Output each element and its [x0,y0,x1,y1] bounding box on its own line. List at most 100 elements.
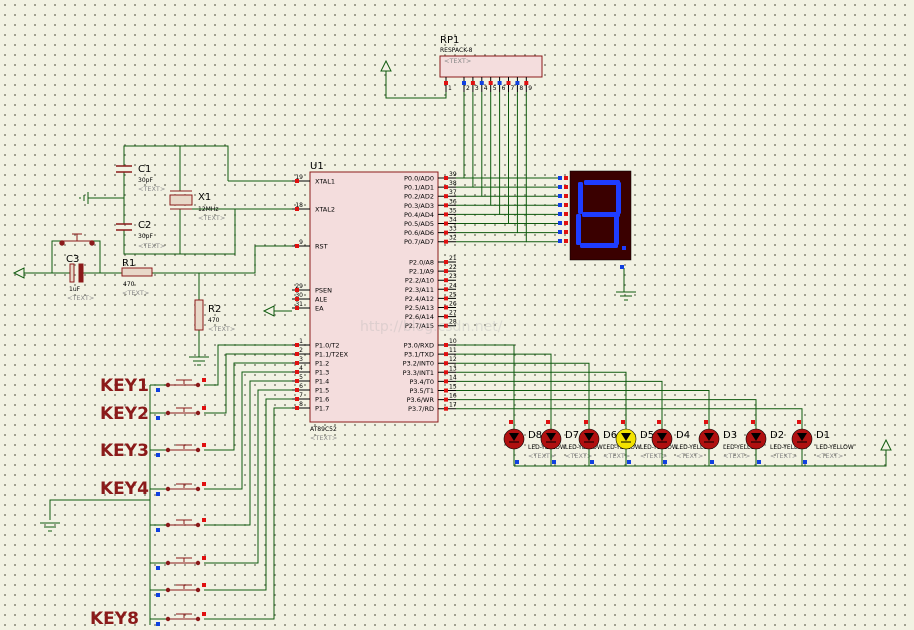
pin-marker [444,230,448,235]
mcu-pin-number: 17 [449,402,457,409]
key-labels: KEY1 KEY2 KEY3 KEY4 KEY8 [90,376,149,629]
crystal-x1[interactable] [169,190,193,210]
key-switch-terminal [165,382,171,388]
c1-text-tag: <TEXT> [138,185,165,193]
rp1-pin-number: 3 [475,85,479,92]
mcu-pin-number: 36 [449,198,457,205]
led-text-tag: <TEXT> [565,452,592,460]
display-pin-marker [558,212,562,216]
mcu-pin-number: 24 [449,282,457,289]
resistor-r2[interactable] [194,299,204,331]
pin-marker [444,81,448,85]
display-pin-marker [558,203,562,207]
mcu-pin-name: ALE [315,296,327,304]
display-pin-marker [564,185,568,189]
wire [385,71,447,99]
schematic-canvas: C1 30pF <TEXT> C2 30pF <TEXT> X1 12MHz <… [12,35,892,629]
mcu-pin-number: 25 [449,291,457,298]
key-switch-terminal [195,410,201,416]
mcu-pin-number: 34 [449,217,457,224]
key-switch-terminal [165,522,171,528]
pin-marker [546,420,550,424]
rp1-pin-number: 2 [466,85,470,92]
c2-text-tag: <TEXT> [138,242,165,250]
mcu-pin-number: 5 [299,374,303,381]
seven-segment-display[interactable] [558,170,632,269]
ground-symbol-r2 [189,356,209,366]
rp1-ref: RP1 [440,35,459,46]
clock-reset-section [59,165,204,331]
mcu-pin-name: P0.6/AD6 [404,229,434,237]
wire [152,245,292,274]
mcu-pin-number: 1 [299,338,303,345]
key-switch-terminal [165,410,171,416]
mcu-pin-name: P2.4/A12 [405,295,434,303]
resistor-r1[interactable] [121,267,153,277]
capacitor-c3[interactable] [69,263,84,283]
mcu-pin-number: 7 [299,392,303,399]
key-switch-terminal [195,447,201,453]
display-pin-marker [564,230,568,234]
mcu-pin-name: XTAL1 [315,178,335,186]
mcu-pin-name: P3.2/INT0 [403,360,434,368]
mcu-u1[interactable]: U1 AT89C52 <TEXT> 19 XTAL118 XTAL29 RST29 PS… [292,161,457,442]
key-switch-terminal [165,587,171,593]
wire [51,240,62,273]
reset-button[interactable] [59,233,95,246]
pin-marker [444,314,448,319]
pin-marker [627,460,631,464]
key1-label: KEY1 [100,376,149,396]
mcu-pin-name: P3.3/INT1 [403,369,434,377]
r2-value: 470 [208,317,220,324]
pin-marker [444,406,448,411]
pin-marker [444,176,448,180]
wire [456,344,515,427]
mcu-pin-number: 3 [299,356,303,363]
mcu-pin-name: XTAL2 [315,206,335,214]
mcu-pin-name: P1.3 [315,369,329,377]
led-d1: D1 LED-YELLOW<TEXT> [791,420,854,466]
mcu-part: AT89C52 [310,426,337,433]
pin-marker [444,212,448,217]
key4-label: KEY4 [100,479,149,499]
c2-value: 30pF [138,233,153,240]
display-pin-marker [558,230,562,234]
pin-marker [444,269,448,274]
watermark: http://blog.csdn.net/ [360,319,503,335]
c1-ref: C1 [138,164,151,175]
mcu-pin-name: P1.6 [315,396,329,404]
mcu-pin-number: 37 [449,189,457,196]
key2-label: KEY2 [100,404,149,424]
pin-marker [444,379,448,384]
mcu-pin-name: PSEN [315,287,332,295]
pin-marker [509,420,513,424]
mcu-pin-number: 4 [299,365,303,372]
power-terminal-left [12,267,25,279]
pin-marker [202,583,206,587]
mcu-pin-number: 38 [449,180,457,187]
wire [204,380,292,526]
rp1-pin-number: 8 [519,85,523,92]
rp1-pin-number: 5 [493,85,497,92]
power-terminal-rp1 [380,59,392,72]
wire [456,399,757,427]
pin-marker [202,482,206,486]
pin-marker [156,593,160,597]
rp1-pin-number: 7 [511,85,515,92]
r2-ref: R2 [208,304,221,315]
wire [456,92,483,197]
mcu-pin-name: P1.1/T2EX [315,351,349,359]
r2-text-tag: <TEXT> [208,325,235,333]
resistor-pack-rp1[interactable]: RP1 RESPACK-8 <TEXT> 1 23456789 [439,35,543,92]
key-switch-terminal [195,522,201,528]
rp1-text-tag: <TEXT> [444,57,471,65]
capacitor-c1[interactable] [116,165,132,173]
led-text-tag: <TEXT> [676,452,703,460]
pin-marker [515,460,519,464]
display-pin-marker [564,239,568,243]
mcu-pin-number: 9 [299,239,303,246]
display-decimal-point [622,246,626,250]
key-switches [156,378,206,626]
wire [204,362,292,451]
capacitor-c2[interactable] [116,223,132,231]
